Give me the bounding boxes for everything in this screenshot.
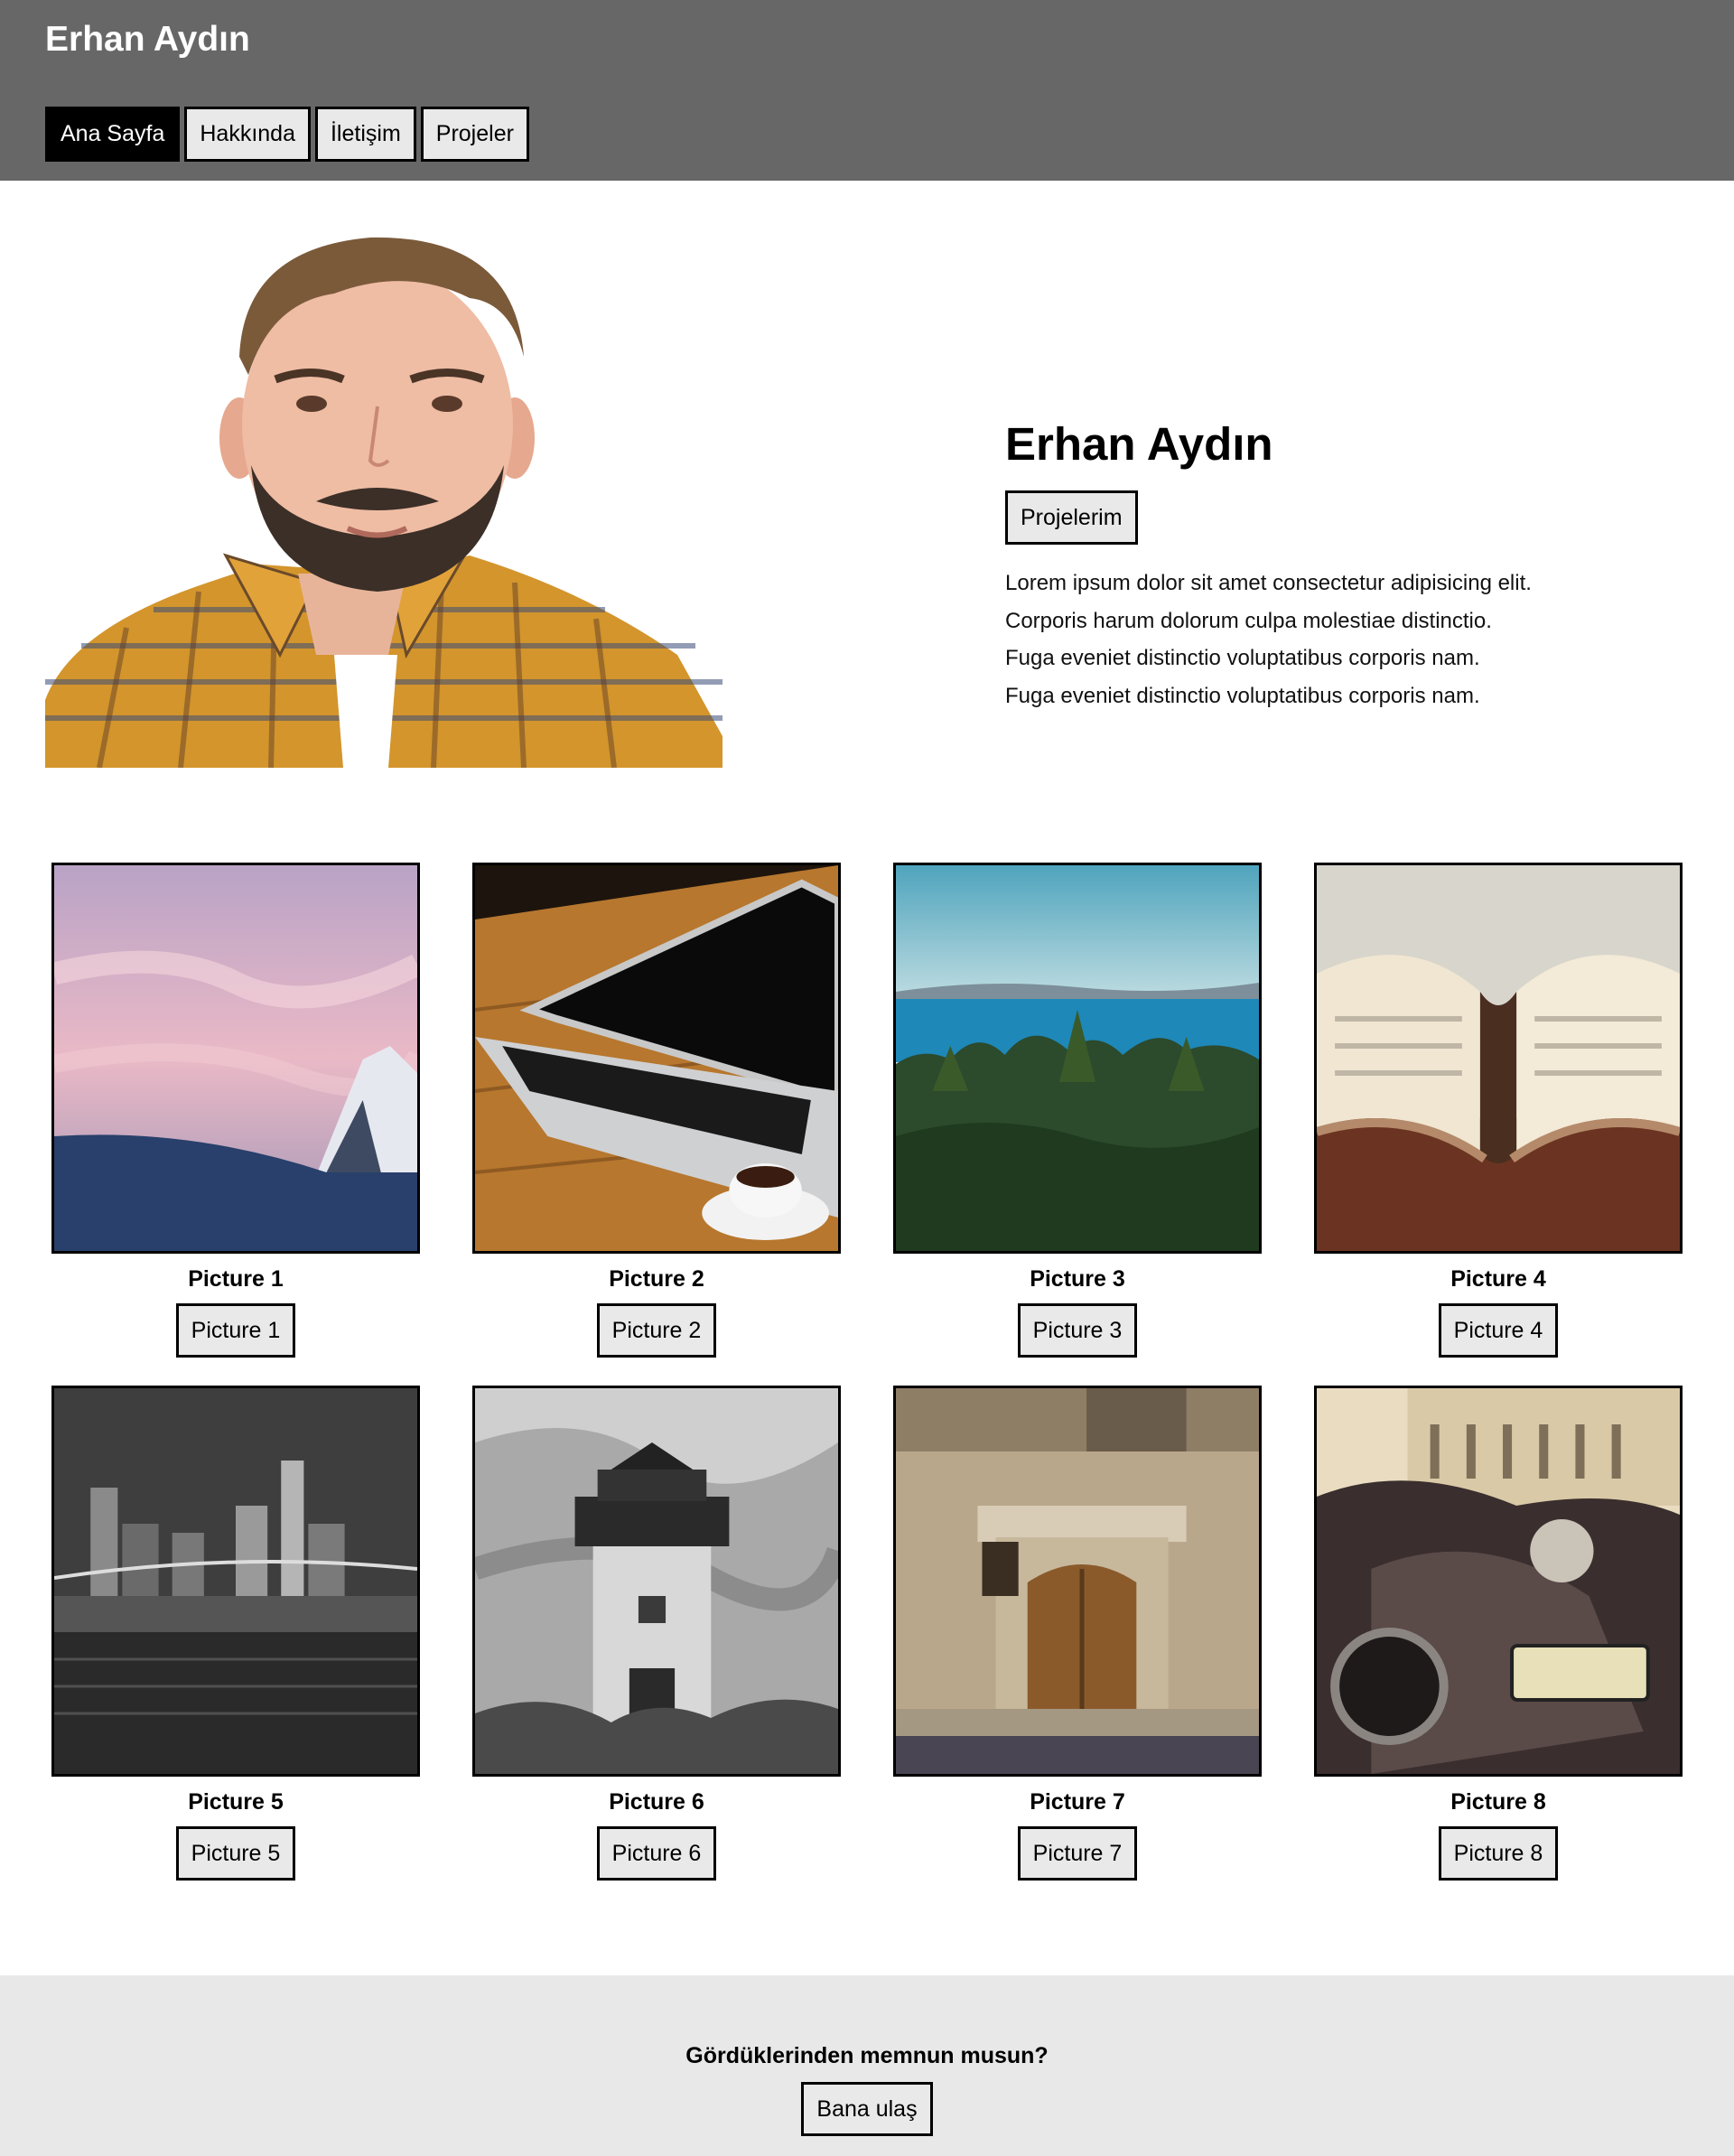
- contact-button[interactable]: Bana ulaş: [801, 2082, 933, 2136]
- profile-photo: [45, 230, 722, 768]
- picture-3-title: Picture 3: [1030, 1266, 1125, 1292]
- site-header: Erhan Aydın Ana Sayfa Hakkında İletişim …: [0, 0, 1734, 181]
- gallery-card: Picture 8 Picture 8: [1314, 1386, 1683, 1881]
- picture-2-title: Picture 2: [609, 1266, 704, 1292]
- picture-5-title: Picture 5: [188, 1789, 284, 1815]
- picture-2-image: [472, 863, 841, 1254]
- nav-item-iletisim[interactable]: İletişim: [314, 107, 416, 162]
- picture-6-image: [472, 1386, 841, 1777]
- picture-5-image: [51, 1386, 420, 1777]
- picture-7-title: Picture 7: [1030, 1789, 1125, 1815]
- hero-description: Lorem ipsum dolor sit amet consectetur a…: [1005, 565, 1637, 714]
- picture-8-button[interactable]: Picture 8: [1438, 1826, 1559, 1881]
- picture-4-image: [1314, 863, 1683, 1254]
- gallery-card: Picture 7 Picture 7: [893, 1386, 1262, 1881]
- picture-4-title: Picture 4: [1450, 1266, 1546, 1292]
- picture-2-button[interactable]: Picture 2: [596, 1303, 717, 1358]
- nav-item-hakkinda[interactable]: Hakkında: [184, 107, 311, 162]
- hero-name: Erhan Aydın: [1005, 418, 1273, 470]
- picture-4-button[interactable]: Picture 4: [1438, 1303, 1559, 1358]
- picture-1-button[interactable]: Picture 1: [175, 1303, 296, 1358]
- picture-7-image: [893, 1386, 1262, 1777]
- gallery-card: Picture 4 Picture 4: [1314, 863, 1683, 1358]
- picture-5-button[interactable]: Picture 5: [175, 1826, 296, 1881]
- picture-6-title: Picture 6: [609, 1789, 704, 1815]
- site-footer: Gördüklerinden memnun musun? Bana ulaş: [0, 1975, 1734, 2156]
- gallery-card: Picture 2 Picture 2: [472, 863, 841, 1358]
- nav-item-projeler[interactable]: Projeler: [420, 107, 529, 162]
- hero-line: Corporis harum dolorum culpa molestiae d…: [1005, 608, 1492, 633]
- nav-item-ana-sayfa[interactable]: Ana Sayfa: [45, 107, 181, 162]
- gallery-card: Picture 1 Picture 1: [51, 863, 420, 1358]
- picture-1-image: [51, 863, 420, 1254]
- picture-8-title: Picture 8: [1450, 1789, 1546, 1815]
- footer-question: Gördüklerinden memnun musun?: [685, 2043, 1049, 2068]
- picture-7-button[interactable]: Picture 7: [1017, 1826, 1138, 1881]
- picture-3-button[interactable]: Picture 3: [1017, 1303, 1138, 1358]
- gallery-card: Picture 5 Picture 5: [51, 1386, 420, 1881]
- picture-3-image: [893, 863, 1262, 1254]
- hero-info: Erhan Aydın Projelerim Lorem ipsum dolor…: [1005, 417, 1637, 714]
- hero-line: Lorem ipsum dolor sit amet consectetur a…: [1005, 571, 1532, 595]
- hero-line: Fuga eveniet distinctio voluptatibus cor…: [1005, 646, 1480, 670]
- picture-1-title: Picture 1: [188, 1266, 284, 1292]
- main-nav: Ana Sayfa Hakkında İletişim Projeler: [45, 107, 529, 162]
- picture-8-image: [1314, 1386, 1683, 1777]
- projelerim-button[interactable]: Projelerim: [1005, 490, 1138, 545]
- gallery-card: Picture 6 Picture 6: [472, 1386, 841, 1881]
- site-title[interactable]: Erhan Aydın: [45, 20, 250, 60]
- gallery-card: Picture 3 Picture 3: [893, 863, 1262, 1358]
- picture-6-button[interactable]: Picture 6: [596, 1826, 717, 1881]
- hero-line: Fuga eveniet distinctio voluptatibus cor…: [1005, 683, 1480, 708]
